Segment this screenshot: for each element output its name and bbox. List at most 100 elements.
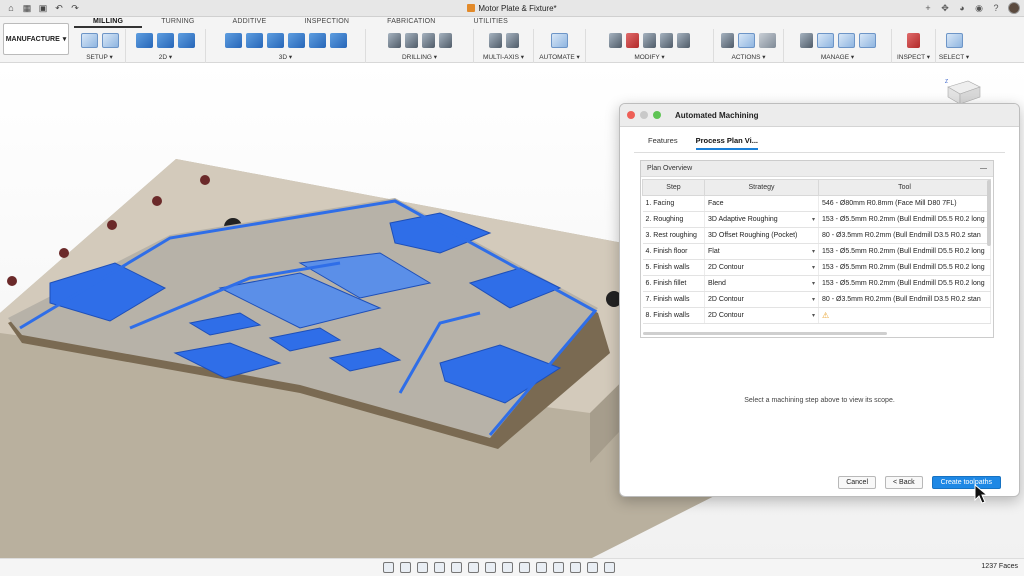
close-window-icon[interactable] bbox=[627, 111, 635, 119]
template-library-icon[interactable] bbox=[837, 32, 855, 48]
tab-turning[interactable]: TURNING bbox=[142, 17, 213, 28]
strategy-cell[interactable]: 3D Offset Roughing (Pocket) bbox=[704, 227, 819, 244]
table-row[interactable]: 3. Rest roughing 3D Offset Roughing (Poc… bbox=[642, 227, 991, 244]
tool-cell[interactable]: 80 - Ø3.5mm R0.2mm (Bull Endmill D3.5 R0… bbox=[818, 227, 991, 244]
tab-milling[interactable]: MILLING bbox=[74, 17, 143, 28]
tab-inspection[interactable]: INSPECTION bbox=[285, 17, 368, 28]
more-icon[interactable] bbox=[604, 562, 615, 573]
pan-icon[interactable] bbox=[417, 562, 428, 573]
group-label-setup[interactable]: SETUP ▾ bbox=[86, 53, 113, 61]
group-label-2d[interactable]: 2D ▾ bbox=[159, 53, 172, 61]
home-icon[interactable]: ⌂ bbox=[6, 3, 16, 13]
tab-fabrication[interactable]: FABRICATION bbox=[368, 17, 454, 28]
maximize-window-icon[interactable] bbox=[653, 111, 661, 119]
group-label-manage[interactable]: MANAGE ▾ bbox=[821, 53, 854, 61]
grid-icon[interactable]: ▦ bbox=[22, 3, 32, 13]
tab-utilities[interactable]: UTILITIES bbox=[455, 17, 527, 28]
filter-icon[interactable] bbox=[587, 562, 598, 573]
multi-axis-contour-icon[interactable] bbox=[488, 32, 502, 48]
look-at-icon[interactable] bbox=[400, 562, 411, 573]
cut-icon[interactable] bbox=[609, 32, 622, 48]
2d-pocket-icon[interactable] bbox=[157, 32, 174, 48]
extensions-icon[interactable]: ✥ bbox=[940, 3, 950, 13]
tab-process-plan[interactable]: Process Plan Vi... bbox=[695, 136, 759, 150]
tab-additive[interactable]: ADDITIVE bbox=[213, 17, 285, 28]
post-library-icon[interactable] bbox=[858, 32, 876, 48]
tool-cell[interactable]: 153 - Ø5.5mm R0.2mm (Bull Endmill D5.5 R… bbox=[818, 259, 991, 276]
save-icon[interactable]: ▣ bbox=[38, 3, 48, 13]
grid-settings-icon[interactable] bbox=[485, 562, 496, 573]
2d-face-icon[interactable] bbox=[178, 32, 195, 48]
collapse-icon[interactable]: — bbox=[980, 165, 987, 172]
group-label-automate[interactable]: AUTOMATE ▾ bbox=[539, 53, 580, 61]
strategy-select[interactable]: 2D Contour ▾ bbox=[704, 259, 819, 276]
swarf-icon[interactable] bbox=[505, 32, 519, 48]
thread-icon[interactable] bbox=[421, 32, 435, 48]
camera-icon[interactable] bbox=[553, 562, 564, 573]
redo-icon[interactable]: ↷ bbox=[70, 3, 80, 13]
section-icon[interactable] bbox=[570, 562, 581, 573]
tool-cell[interactable]: ⚠ bbox=[818, 307, 991, 324]
strategy-select[interactable]: 2D Contour ▾ bbox=[704, 291, 819, 308]
group-label-3d[interactable]: 3D ▾ bbox=[279, 53, 292, 61]
fit-icon[interactable] bbox=[451, 562, 462, 573]
horizontal-scrollbar[interactable] bbox=[643, 332, 887, 335]
job-status-icon[interactable]: ◕ bbox=[957, 3, 967, 13]
drill-icon[interactable] bbox=[387, 32, 401, 48]
workspace-selector[interactable]: MANUFACTURE ▾ bbox=[3, 23, 69, 55]
table-row[interactable]: 7. Finish walls 2D Contour ▾ 80 - Ø3.5mm … bbox=[642, 291, 991, 308]
notifications-icon[interactable]: ◉ bbox=[974, 3, 984, 13]
create-toolpaths-button[interactable]: Create toolpaths bbox=[931, 476, 1001, 489]
machine-library-icon[interactable] bbox=[816, 32, 834, 48]
viewports-icon[interactable] bbox=[502, 562, 513, 573]
setup-sheet-action-icon[interactable] bbox=[759, 32, 776, 48]
tool-cell[interactable]: 153 - Ø5.5mm R0.2mm (Bull Endmill D5.5 R… bbox=[818, 211, 991, 228]
3d-scallop-icon[interactable] bbox=[308, 32, 326, 48]
group-label-modify[interactable]: MODIFY ▾ bbox=[634, 53, 664, 61]
bore-icon[interactable] bbox=[438, 32, 452, 48]
help-icon[interactable]: ? bbox=[991, 3, 1001, 13]
table-row[interactable]: 1. Facing Face 546 - Ø80mm R0.8mm (Face … bbox=[642, 195, 991, 212]
cancel-button[interactable]: Cancel bbox=[838, 476, 877, 489]
vertical-scrollbar[interactable] bbox=[987, 180, 991, 246]
zoom-icon[interactable] bbox=[434, 562, 445, 573]
tool-cell[interactable]: 80 - Ø3.5mm R0.2mm (Bull Endmill D3.5 R0… bbox=[818, 291, 991, 308]
group-label-drilling[interactable]: DRILLING ▾ bbox=[402, 53, 437, 61]
table-row[interactable]: 8. Finish walls 2D Contour ▾ ⚠ bbox=[642, 307, 991, 324]
strategy-select[interactable]: 2D Contour ▾ bbox=[704, 307, 819, 324]
strategy-cell[interactable]: Face bbox=[704, 195, 819, 212]
strategy-select[interactable]: Flat ▾ bbox=[704, 243, 819, 260]
tool-cell[interactable]: 546 - Ø80mm R0.8mm (Face Mill D80 7FL) bbox=[818, 195, 991, 212]
tool-manage-icon[interactable] bbox=[799, 32, 813, 48]
tab-features[interactable]: Features bbox=[648, 136, 678, 150]
select-icon[interactable] bbox=[945, 32, 963, 48]
orbit-icon[interactable] bbox=[383, 562, 394, 573]
measure-icon[interactable] bbox=[907, 32, 920, 48]
delete-toolpath-icon[interactable] bbox=[626, 32, 639, 48]
trim-icon[interactable] bbox=[660, 32, 673, 48]
hole-recognition-icon[interactable] bbox=[404, 32, 418, 48]
table-row[interactable]: 6. Finish fillet Blend ▾ 153 - Ø5.5mm R0.… bbox=[642, 275, 991, 292]
tool-library-icon[interactable] bbox=[677, 32, 690, 48]
back-button[interactable]: < Back bbox=[885, 476, 923, 489]
tool-cell[interactable]: 153 - Ø5.5mm R0.2mm (Bull Endmill D5.5 R… bbox=[818, 243, 991, 260]
table-row[interactable]: 4. Finish floor Flat ▾ 153 - Ø5.5mm R0.2m… bbox=[642, 243, 991, 260]
effects-icon[interactable] bbox=[536, 562, 547, 573]
3d-steep-icon[interactable] bbox=[266, 32, 284, 48]
minimize-window-icon[interactable] bbox=[640, 111, 648, 119]
avatar[interactable] bbox=[1008, 2, 1020, 14]
strategy-select[interactable]: Blend ▾ bbox=[704, 275, 819, 292]
new-tab-icon[interactable]: + bbox=[923, 3, 933, 13]
group-label-multi-axis[interactable]: MULTI-AXIS ▾ bbox=[483, 53, 524, 61]
table-row[interactable]: 5. Finish walls 2D Contour ▾ 153 - Ø5.5mm… bbox=[642, 259, 991, 276]
group-label-actions[interactable]: ACTIONS ▾ bbox=[732, 53, 766, 61]
group-label-inspect[interactable]: INSPECT ▾ bbox=[897, 53, 930, 61]
undo-icon[interactable]: ↶ bbox=[54, 3, 64, 13]
3d-adaptive-icon[interactable] bbox=[224, 32, 242, 48]
group-label-select[interactable]: SELECT ▾ bbox=[939, 53, 969, 61]
display-settings-icon[interactable] bbox=[468, 562, 479, 573]
2d-adaptive-icon[interactable] bbox=[136, 32, 153, 48]
setup-sheet-icon[interactable] bbox=[101, 32, 119, 48]
post-process-icon[interactable] bbox=[738, 32, 755, 48]
simulate-icon[interactable] bbox=[721, 32, 734, 48]
